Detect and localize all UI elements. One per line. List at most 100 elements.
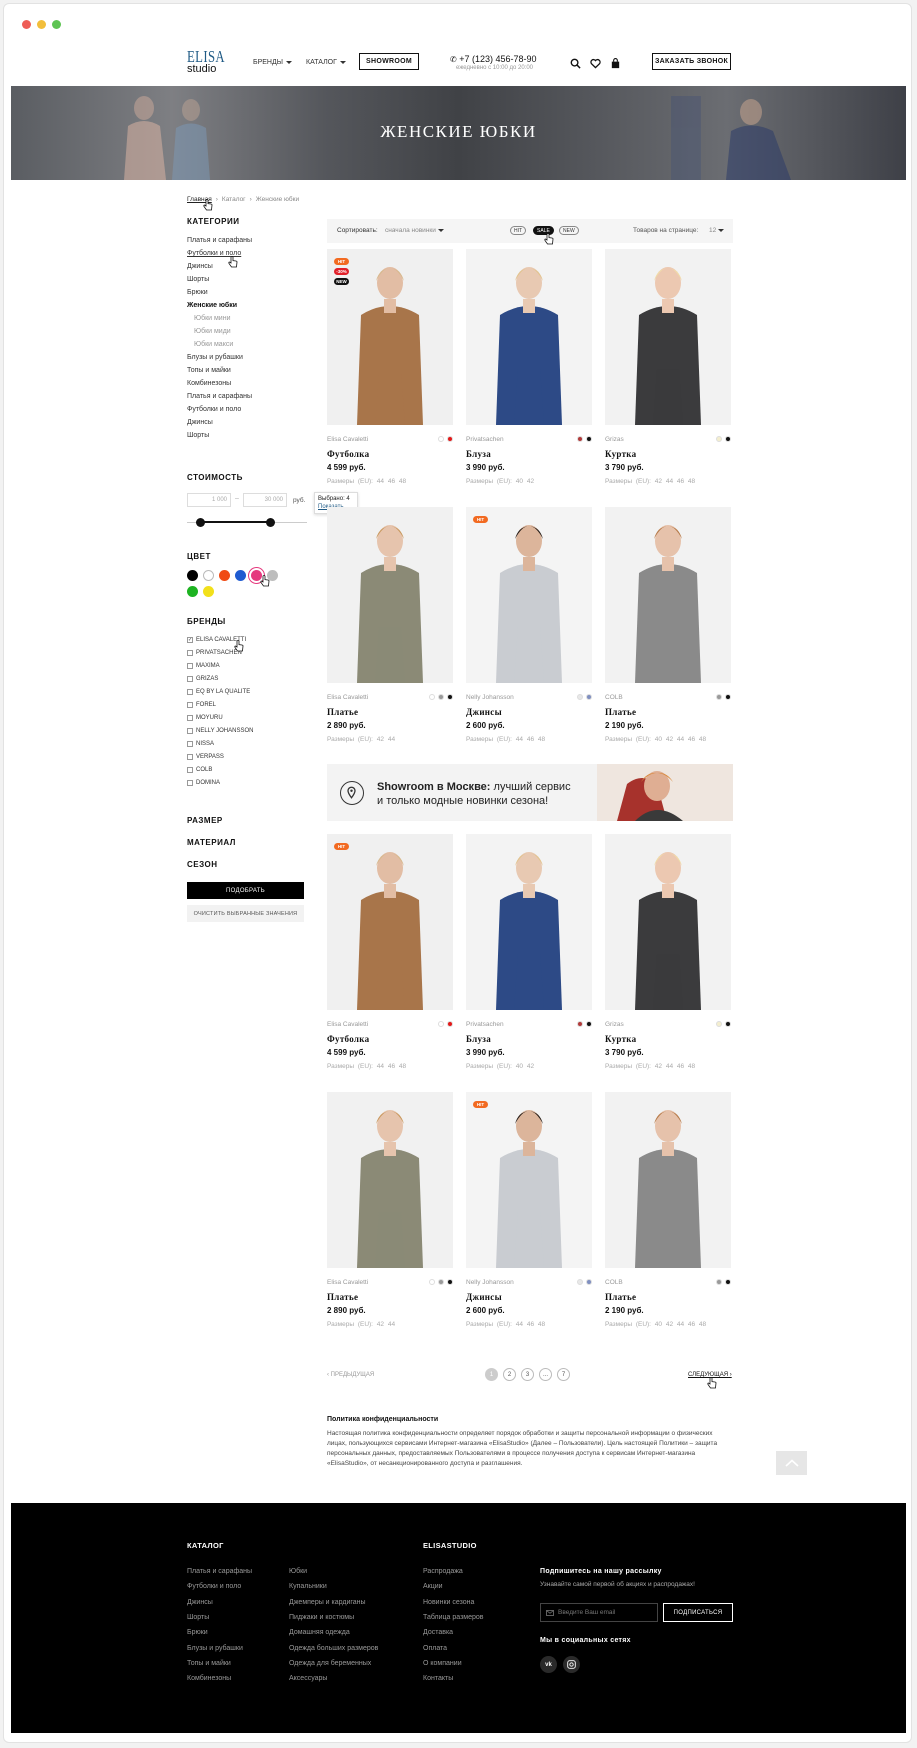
- breadcrumb-catalog[interactable]: Каталог: [222, 196, 246, 203]
- pagination-prev[interactable]: ‹ ПРЕДЫДУЩАЯ: [327, 1372, 374, 1378]
- color-dot[interactable]: [438, 1021, 444, 1027]
- product-image[interactable]: [327, 507, 453, 683]
- footer-link[interactable]: Платья и сарафаны: [187, 1568, 252, 1575]
- category-item[interactable]: Джинсы: [187, 263, 213, 270]
- product-card[interactable]: Elisa Cavaletti Платье 2 890 руб. Размеры (…: [327, 1092, 453, 1342]
- footer-link[interactable]: Пиджаки и костюмы: [289, 1614, 354, 1621]
- color-dot[interactable]: [716, 1021, 722, 1027]
- subcategory-item[interactable]: Юбки макси: [194, 341, 233, 348]
- color-dot[interactable]: [716, 694, 722, 700]
- price-to-input[interactable]: 30 000: [243, 493, 287, 507]
- category-item[interactable]: Платья и сарафаны: [187, 237, 252, 244]
- product-card[interactable]: HIT Elisa Cavaletti Футболка 4 599 руб. Разм…: [327, 834, 453, 1084]
- color-dot[interactable]: [577, 1279, 583, 1285]
- category-item[interactable]: Шорты: [187, 432, 209, 439]
- brand-checkbox[interactable]: EQ BY LA QUALITE: [187, 689, 250, 695]
- product-image[interactable]: [605, 834, 731, 1010]
- product-name[interactable]: Платье: [605, 707, 636, 717]
- footer-link[interactable]: Новинки сезона: [423, 1599, 474, 1606]
- footer-link[interactable]: Джемперы и кардиганы: [289, 1599, 366, 1606]
- color-dot[interactable]: [586, 1021, 592, 1027]
- product-name[interactable]: Платье: [327, 707, 358, 717]
- color-swatch[interactable]: [235, 570, 246, 581]
- nav-catalog[interactable]: КАТАЛОГ: [306, 59, 346, 66]
- checkbox[interactable]: [187, 780, 193, 786]
- price-slider-max-handle[interactable]: [266, 518, 275, 527]
- color-dot[interactable]: [586, 1279, 592, 1285]
- product-image[interactable]: [605, 1092, 731, 1268]
- footer-link[interactable]: Юбки: [289, 1568, 307, 1575]
- product-name[interactable]: Футболка: [327, 1034, 369, 1044]
- product-name[interactable]: Блуза: [466, 1034, 491, 1044]
- checkbox[interactable]: [187, 728, 193, 734]
- brand-checkbox[interactable]: MAXIMA: [187, 663, 220, 669]
- color-dot[interactable]: [429, 1279, 435, 1285]
- product-name[interactable]: Куртка: [605, 449, 636, 459]
- product-card[interactable]: HIT Nelly Johansson Джинсы 2 600 руб. Размер…: [466, 507, 592, 757]
- color-dot[interactable]: [725, 436, 731, 442]
- color-dot[interactable]: [586, 694, 592, 700]
- category-item[interactable]: Блузы и рубашки: [187, 354, 243, 361]
- product-card[interactable]: COLB Платье 2 190 руб. Размеры (EU): 40 42 …: [605, 1092, 731, 1342]
- footer-link[interactable]: Распродажа: [423, 1568, 463, 1575]
- footer-link[interactable]: Оплата: [423, 1645, 447, 1652]
- page-2[interactable]: 2: [503, 1368, 516, 1381]
- category-item[interactable]: Топы и майки: [187, 367, 231, 374]
- product-card[interactable]: COLB Платье 2 190 руб. Размеры (EU): 40 42 …: [605, 507, 731, 757]
- subscribe-button[interactable]: ПОДПИСАТЬСЯ: [663, 1603, 733, 1622]
- page-3[interactable]: 3: [521, 1368, 534, 1381]
- footer-link[interactable]: Домашняя одежда: [289, 1629, 350, 1636]
- color-dot[interactable]: [725, 1021, 731, 1027]
- checkbox[interactable]: [187, 676, 193, 682]
- checkbox[interactable]: [187, 754, 193, 760]
- product-name[interactable]: Джинсы: [466, 707, 502, 717]
- product-image[interactable]: [466, 249, 592, 425]
- footer-link[interactable]: Блузы и рубашки: [187, 1645, 243, 1652]
- showroom-promo[interactable]: Showroom в Москве: лучший сервис и тольк…: [327, 764, 733, 821]
- checkbox[interactable]: ✓: [187, 637, 193, 643]
- color-dot[interactable]: [577, 436, 583, 442]
- checkbox[interactable]: [187, 767, 193, 773]
- product-image[interactable]: [605, 507, 731, 683]
- footer-link[interactable]: Акции: [423, 1583, 443, 1590]
- checkbox[interactable]: [187, 663, 193, 669]
- footer-link[interactable]: Купальники: [289, 1583, 327, 1590]
- footer-link[interactable]: Топы и майки: [187, 1660, 231, 1667]
- bag-icon[interactable]: [610, 58, 621, 69]
- subcategory-item[interactable]: Юбки миди: [194, 328, 231, 335]
- brand-checkbox[interactable]: VERPASS: [187, 754, 224, 760]
- brand-checkbox[interactable]: COLB: [187, 767, 212, 773]
- footer-link[interactable]: Одежда для беременных: [289, 1660, 371, 1667]
- product-card[interactable]: HIT Nelly Johansson Джинсы 2 600 руб. Размер…: [466, 1092, 592, 1342]
- product-name[interactable]: Куртка: [605, 1034, 636, 1044]
- instagram-icon[interactable]: [563, 1656, 580, 1673]
- color-dot[interactable]: [438, 436, 444, 442]
- color-swatch[interactable]: [203, 570, 214, 581]
- checkbox[interactable]: [187, 715, 193, 721]
- product-image[interactable]: HIT -30% NEW: [327, 249, 453, 425]
- minimize-dot[interactable]: [37, 20, 46, 29]
- footer-link[interactable]: Футболки и поло: [187, 1583, 241, 1590]
- footer-link[interactable]: Комбинезоны: [187, 1675, 231, 1682]
- color-dot[interactable]: [447, 436, 453, 442]
- showroom-button[interactable]: SHOWROOM: [359, 53, 419, 70]
- footer-link[interactable]: Брюки: [187, 1629, 208, 1636]
- footer-link[interactable]: Одежда больших размеров: [289, 1645, 378, 1652]
- color-dot[interactable]: [447, 694, 453, 700]
- per-page-select[interactable]: 12: [709, 227, 725, 234]
- product-name[interactable]: Футболка: [327, 449, 369, 459]
- footer-link[interactable]: Таблица размеров: [423, 1614, 484, 1621]
- email-input[interactable]: Введите Ваш email: [540, 1603, 658, 1622]
- product-card[interactable]: Grizas Куртка 3 790 руб. Размеры (EU): 42 4…: [605, 834, 731, 1084]
- product-card[interactable]: Privatsachen Блуза 3 990 руб. Размеры (EU):…: [466, 249, 592, 499]
- footer-link[interactable]: Доставка: [423, 1629, 453, 1636]
- color-dot[interactable]: [716, 1279, 722, 1285]
- pill-hit[interactable]: HIT: [510, 226, 527, 235]
- product-image[interactable]: HIT: [466, 507, 592, 683]
- product-name[interactable]: Джинсы: [466, 1292, 502, 1302]
- page-1[interactable]: 1: [485, 1368, 498, 1381]
- product-name[interactable]: Платье: [327, 1292, 358, 1302]
- scroll-to-top-button[interactable]: [776, 1451, 807, 1475]
- product-image[interactable]: [327, 1092, 453, 1268]
- color-dot[interactable]: [447, 1279, 453, 1285]
